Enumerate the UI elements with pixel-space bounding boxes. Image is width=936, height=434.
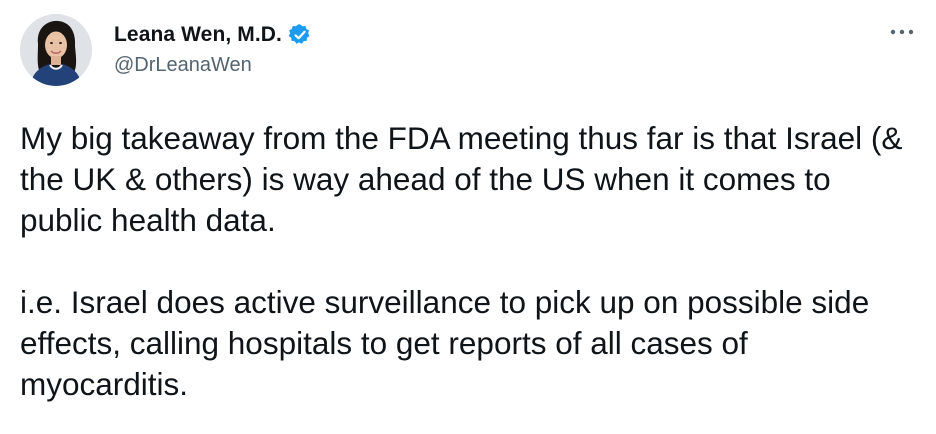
more-horizontal-icon: [890, 29, 914, 35]
more-options-button[interactable]: [888, 22, 916, 42]
author-display-name[interactable]: Leana Wen, M.D.: [114, 23, 282, 47]
author-handle[interactable]: @DrLeanaWen: [114, 54, 312, 77]
tweet-paragraph: My big takeaway from the FDA meeting thu…: [20, 120, 903, 238]
tweet-card: Leana Wen, M.D. @DrLeanaWen My big takea…: [0, 0, 936, 434]
tweet-text: My big takeaway from the FDA meeting thu…: [20, 118, 920, 405]
tweet-author: Leana Wen, M.D. @DrLeanaWen: [114, 22, 312, 77]
avatar[interactable]: [20, 14, 92, 86]
verified-badge-icon: [288, 23, 312, 47]
author-name-row: Leana Wen, M.D.: [114, 22, 312, 48]
tweet-paragraph: i.e. Israel does active surveillance to …: [20, 284, 870, 402]
avatar-photo: [20, 14, 92, 86]
